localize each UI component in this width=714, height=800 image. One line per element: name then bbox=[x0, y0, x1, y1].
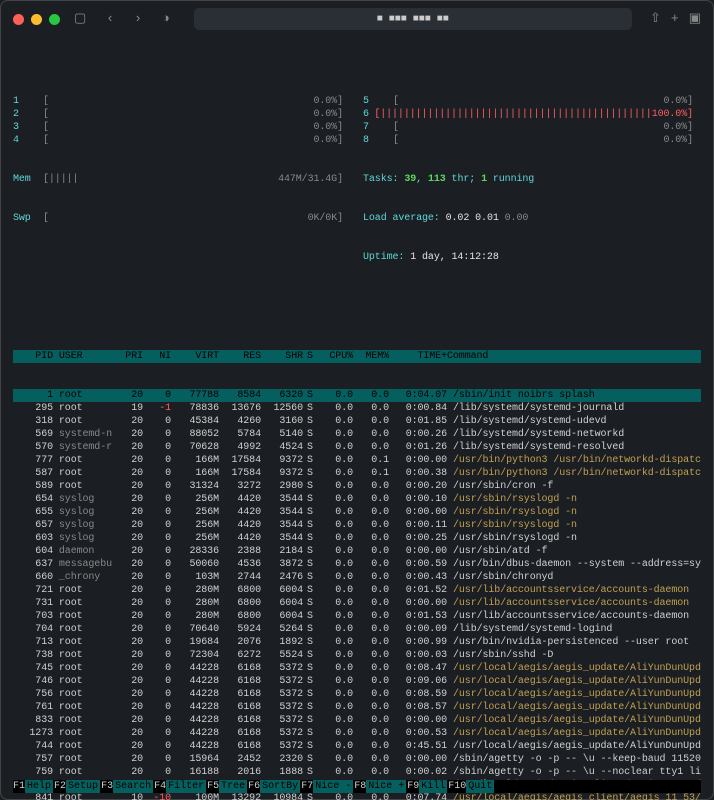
fkey-F2: F2 bbox=[54, 780, 66, 793]
process-row[interactable]: 1 root2007778885846320S0.00.00:04.07/sbi… bbox=[13, 389, 701, 402]
process-row[interactable]: 660 _chrony200103M27442476S0.00.00:00.43… bbox=[13, 571, 701, 584]
process-row[interactable]: 654 syslog200256M44203544S0.00.00:00.10/… bbox=[13, 493, 701, 506]
newtab-icon[interactable]: + bbox=[671, 11, 679, 28]
load-line: Load average: 0.02 0.01 0.00 bbox=[363, 212, 693, 225]
process-row[interactable]: 757 root2001596424522320S0.00.00:00.00/s… bbox=[13, 753, 701, 766]
tabs-icon[interactable]: ▣ bbox=[689, 11, 701, 28]
process-row[interactable]: 1273 root2004422861685372S0.00.00:00.53/… bbox=[13, 727, 701, 740]
process-row[interactable]: 569 systemd-n2008805257845140S0.00.00:00… bbox=[13, 428, 701, 441]
header-command[interactable]: Command bbox=[447, 350, 701, 363]
header-mem%[interactable]: MEM% bbox=[353, 350, 389, 363]
process-row[interactable]: 295 root19-1788361367612560S0.00.00:00.8… bbox=[13, 402, 701, 415]
process-row[interactable]: 637 messagebu2005006045363872S0.00.00:00… bbox=[13, 558, 701, 571]
process-row[interactable]: 657 syslog200256M44203544S0.00.00:00.11/… bbox=[13, 519, 701, 532]
mem-label: Mem bbox=[13, 173, 43, 186]
fkey-F8-label[interactable]: Nice + bbox=[366, 780, 406, 793]
process-row[interactable]: 761 root2004422861685372S0.00.00:08.57/u… bbox=[13, 701, 701, 714]
process-row[interactable]: 570 systemd-r2007062849924524S0.00.00:01… bbox=[13, 441, 701, 454]
fkey-F5-label[interactable]: Tree bbox=[219, 780, 247, 793]
process-row[interactable]: 704 root2007064059245264S0.00.00:00.09/l… bbox=[13, 623, 701, 636]
process-row[interactable]: 589 root2003132432722980S0.00.00:00.20/u… bbox=[13, 480, 701, 493]
process-row[interactable]: 738 root2007230462725524S0.00.00:00.03/u… bbox=[13, 649, 701, 662]
uptime-line: Uptime: 1 day, 14:12:28 bbox=[363, 251, 693, 264]
fkey-F9: F9 bbox=[407, 780, 419, 793]
mem-bar: [||||| bbox=[43, 173, 78, 186]
process-row[interactable]: 713 root2001968420761892S0.00.00:00.99/u… bbox=[13, 636, 701, 649]
process-row[interactable]: 744 root2004422861685372S0.00.00:45.51/u… bbox=[13, 740, 701, 753]
traffic-lights bbox=[13, 14, 60, 25]
fkey-F5: F5 bbox=[207, 780, 219, 793]
fkey-F4-label[interactable]: Filter bbox=[166, 780, 206, 793]
process-row[interactable]: 703 root200280M68006004S0.00.00:01.53/us… bbox=[13, 610, 701, 623]
titlebar: ▢ ‹ › ◑ ■ ■■■ ■■■ ■■ ⇧ + ▣ bbox=[1, 1, 713, 37]
fkey-F9-label[interactable]: Kill bbox=[419, 780, 447, 793]
url-field[interactable]: ■ ■■■ ■■■ ■■ bbox=[194, 8, 632, 30]
process-row[interactable]: 759 root2001618820161888S0.00.00:00.02/s… bbox=[13, 766, 701, 779]
process-list[interactable]: 1 root2007778885846320S0.00.00:04.07/sbi… bbox=[13, 389, 701, 800]
fkey-F7-label[interactable]: Nice - bbox=[313, 780, 353, 793]
swp-label: Swp bbox=[13, 212, 43, 225]
process-row[interactable]: 604 daemon2002833623882184S0.00.00:00.00… bbox=[13, 545, 701, 558]
header-cpu%[interactable]: CPU% bbox=[317, 350, 353, 363]
footer-keys: F1Help F2Setup F3SearchF4FilterF5Tree F6… bbox=[13, 780, 701, 793]
fkey-F3: F3 bbox=[101, 780, 113, 793]
header-user[interactable]: USER bbox=[53, 350, 115, 363]
fkey-F10-label[interactable]: Quit bbox=[466, 780, 494, 793]
fkey-F7: F7 bbox=[301, 780, 313, 793]
zoom-icon[interactable] bbox=[49, 14, 60, 25]
fkey-F2-label[interactable]: Setup bbox=[66, 780, 100, 793]
process-row[interactable]: 745 root2004422861685372S0.00.00:08.47/u… bbox=[13, 662, 701, 675]
header-ni[interactable]: NI bbox=[143, 350, 171, 363]
process-row[interactable]: 841 root10-10100M1329210984S0.00.00:07.7… bbox=[13, 792, 701, 800]
fkey-F8: F8 bbox=[354, 780, 366, 793]
fkey-F4: F4 bbox=[154, 780, 166, 793]
process-row[interactable]: 318 root2004538442603160S0.00.00:01.85/l… bbox=[13, 415, 701, 428]
process-row[interactable]: 777 root200166M175849372S0.00.10:00.00/u… bbox=[13, 454, 701, 467]
swp-value: 0K/0K] bbox=[53, 212, 343, 225]
tasks-line: Tasks: 39, 113 thr; 1 running bbox=[363, 173, 693, 186]
process-row[interactable]: 721 root200280M68006004S0.00.00:01.52/us… bbox=[13, 584, 701, 597]
fkey-F6-label[interactable]: SortBy bbox=[260, 780, 300, 793]
header-virt[interactable]: VIRT bbox=[171, 350, 219, 363]
process-header[interactable]: PID USERPRINIVIRTRESSHRSCPU%MEM%TIME+ Co… bbox=[13, 350, 701, 363]
swp-bar: [ bbox=[43, 212, 49, 225]
process-row[interactable]: 756 root2004422861685372S0.00.00:08.59/u… bbox=[13, 688, 701, 701]
sidebar-icon[interactable]: ▢ bbox=[68, 11, 92, 28]
header-s[interactable]: S bbox=[303, 350, 317, 363]
browser-window: ▢ ‹ › ◑ ■ ■■■ ■■■ ■■ ⇧ + ▣ 1[0.0%]2[0.0%… bbox=[0, 0, 714, 800]
fkey-F10: F10 bbox=[448, 780, 466, 793]
process-row[interactable]: 833 root2004422861685372S0.00.00:00.00/u… bbox=[13, 714, 701, 727]
cpu-meters: 1[0.0%]2[0.0%]3[0.0%]4[0.0%] Mem[|||||44… bbox=[13, 69, 701, 290]
process-row[interactable]: 746 root2004422861685372S0.00.00:09.06/u… bbox=[13, 675, 701, 688]
header-pri[interactable]: PRI bbox=[115, 350, 143, 363]
close-icon[interactable] bbox=[13, 14, 24, 25]
process-row[interactable]: 655 syslog200256M44203544S0.00.00:00.00/… bbox=[13, 506, 701, 519]
fkey-F1: F1 bbox=[13, 780, 25, 793]
minimize-icon[interactable] bbox=[31, 14, 42, 25]
mem-value: 447M/31.4G] bbox=[83, 173, 343, 186]
share-icon[interactable]: ⇧ bbox=[650, 11, 661, 28]
process-row[interactable]: 603 syslog200256M44203544S0.00.00:00.25/… bbox=[13, 532, 701, 545]
shield-icon[interactable]: ◑ bbox=[156, 11, 176, 28]
header-shr[interactable]: SHR bbox=[261, 350, 303, 363]
process-row[interactable]: 731 root200280M68006004S0.00.00:00.00/us… bbox=[13, 597, 701, 610]
forward-icon[interactable]: › bbox=[128, 11, 148, 28]
url-text: ■ ■■■ ■■■ ■■ bbox=[377, 13, 449, 26]
header-res[interactable]: RES bbox=[219, 350, 261, 363]
header-pid[interactable]: PID bbox=[13, 350, 53, 363]
process-row[interactable]: 587 root200166M175849372S0.00.10:00.38/u… bbox=[13, 467, 701, 480]
fkey-F3-label[interactable]: Search bbox=[113, 780, 153, 793]
fkey-F1-label[interactable]: Help bbox=[25, 780, 53, 793]
fkey-F6: F6 bbox=[248, 780, 260, 793]
header-time+[interactable]: TIME+ bbox=[389, 350, 447, 363]
terminal[interactable]: 1[0.0%]2[0.0%]3[0.0%]4[0.0%] Mem[|||||44… bbox=[1, 37, 713, 800]
back-icon[interactable]: ‹ bbox=[100, 11, 120, 28]
